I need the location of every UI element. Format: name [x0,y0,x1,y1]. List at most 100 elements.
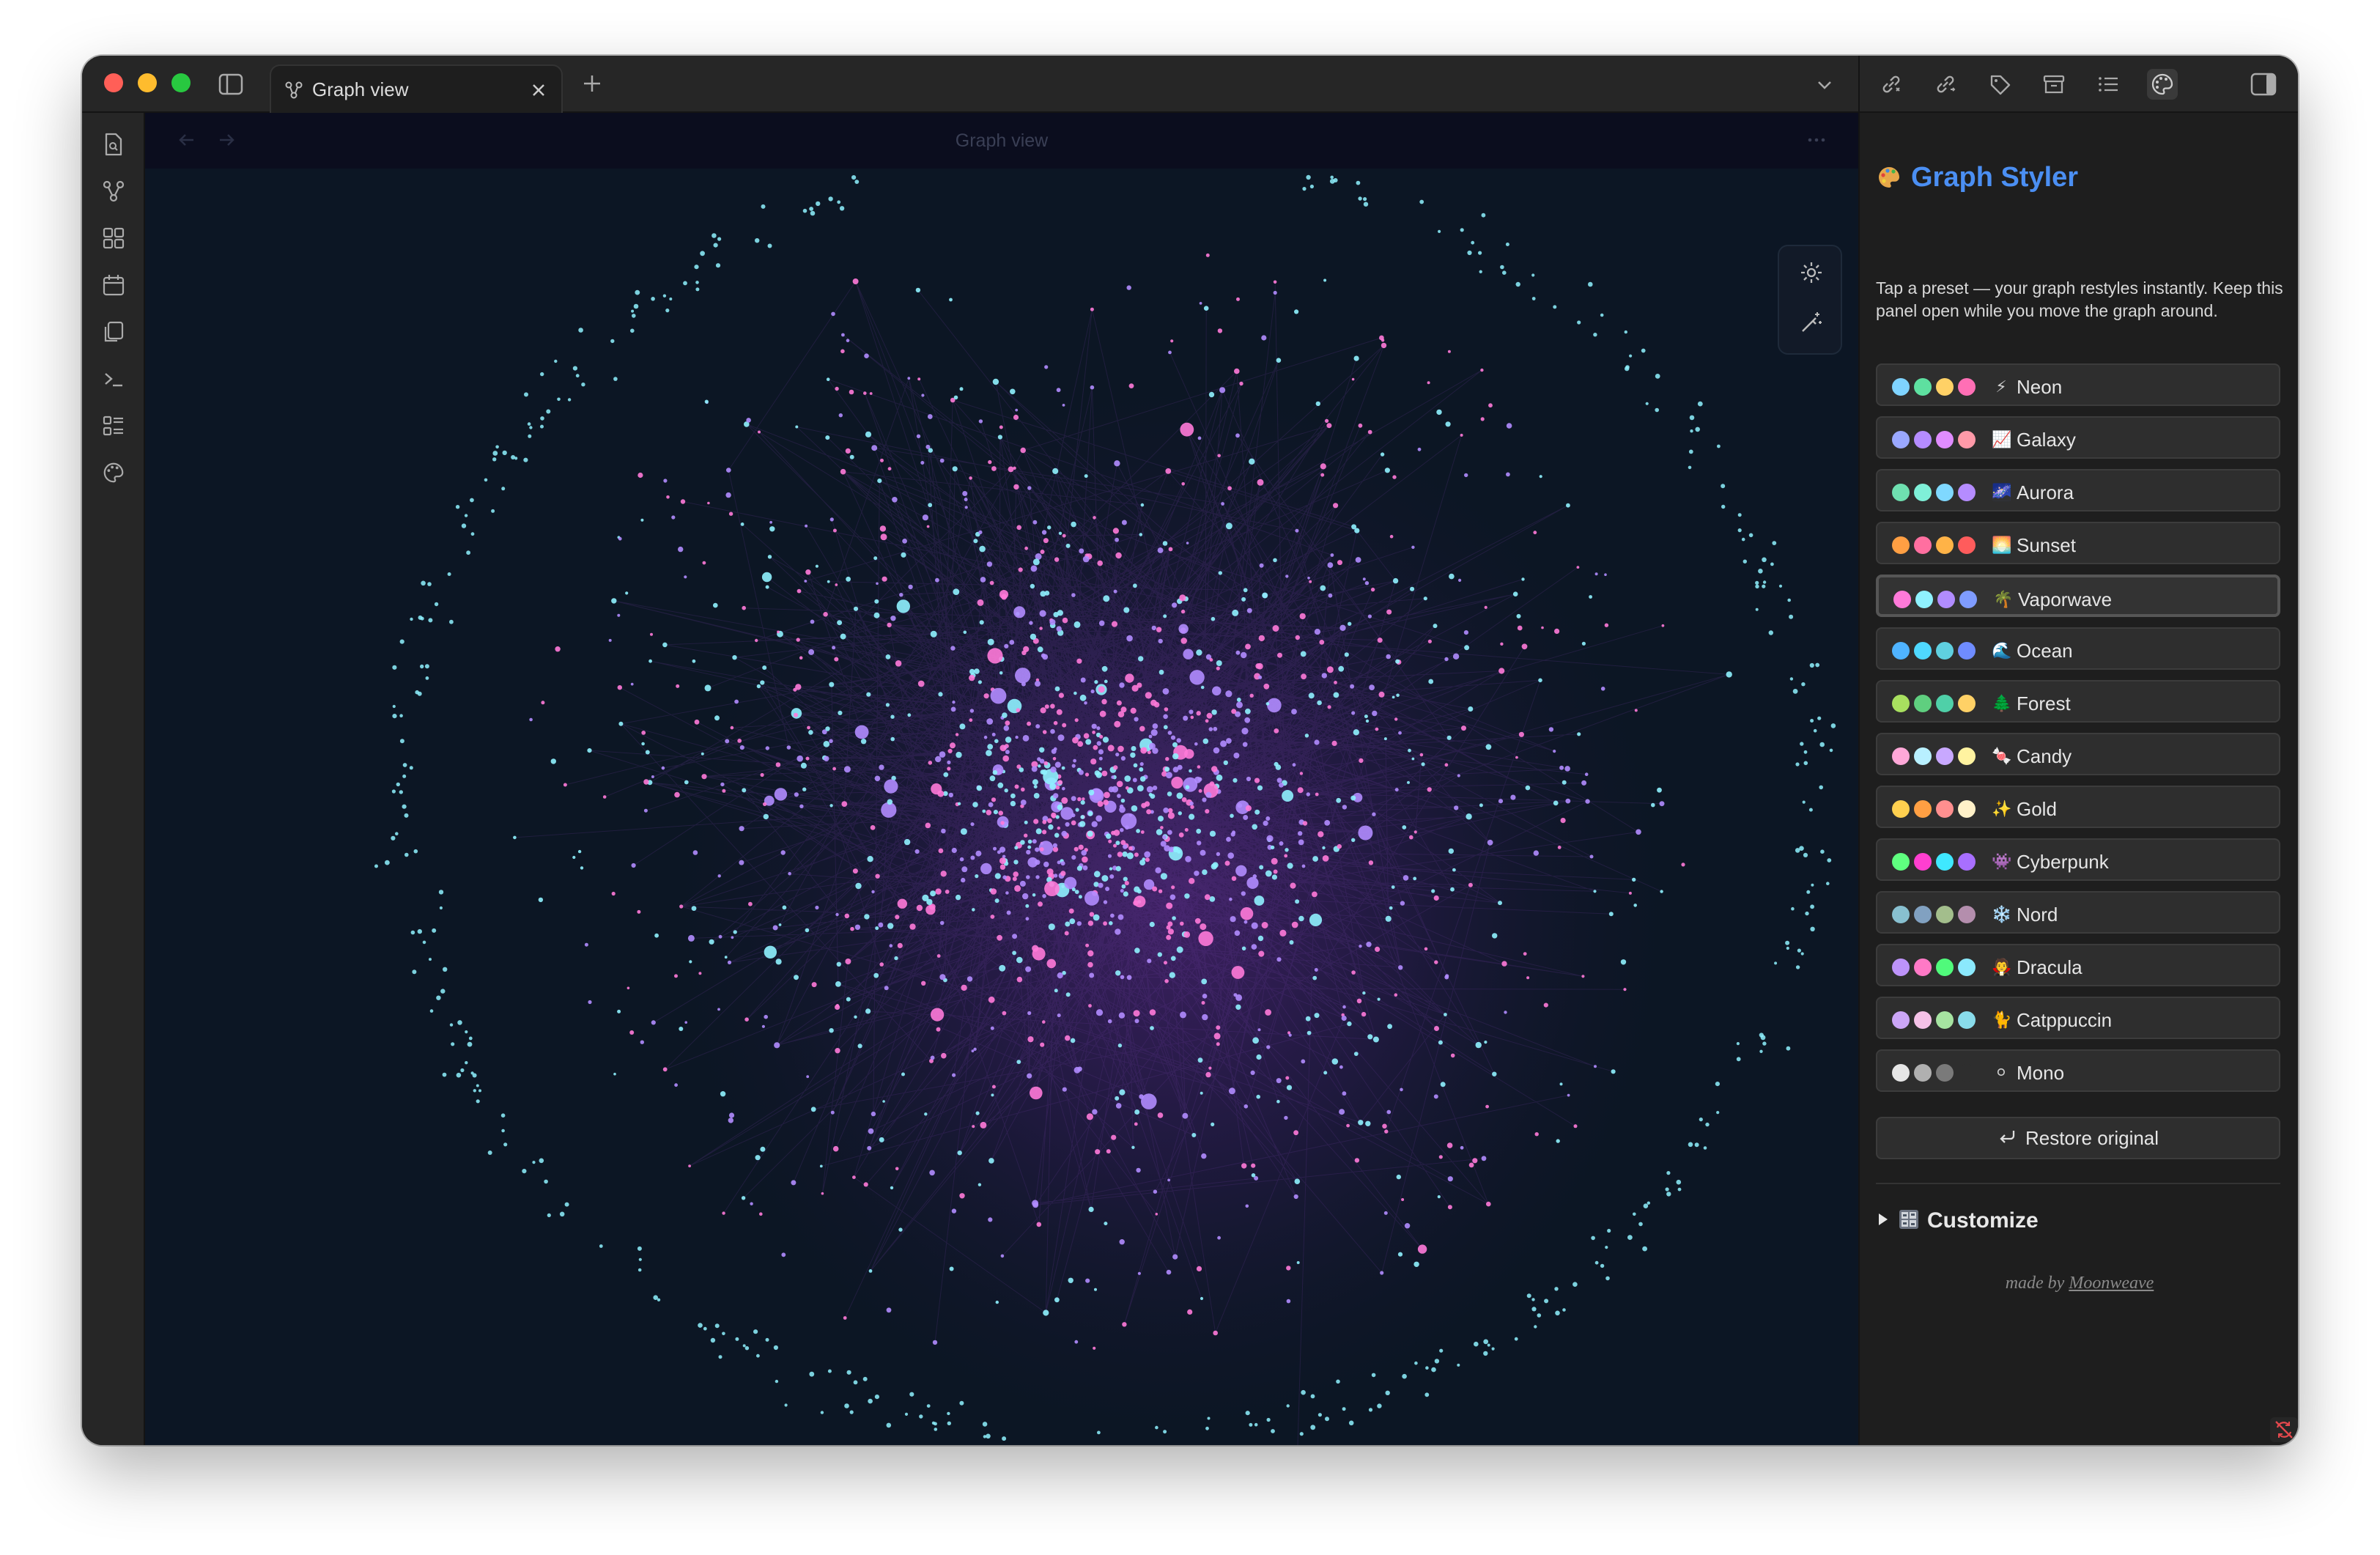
graph-node[interactable] [1329,179,1335,184]
graph-node[interactable] [1677,1187,1682,1192]
graph-node[interactable] [1158,669,1164,675]
graph-node[interactable] [769,526,775,532]
graph-node[interactable] [1342,1091,1347,1096]
graph-node[interactable] [975,1111,980,1115]
graph-node[interactable] [836,961,841,967]
graph-node[interactable] [1235,650,1241,655]
graph-node[interactable] [896,599,911,613]
graph-node[interactable] [1004,643,1009,649]
graph-node[interactable] [864,914,870,920]
graph-node[interactable] [895,1167,899,1171]
preset-aurora[interactable]: 🌌 Aurora [1876,469,2280,511]
graph-node[interactable] [1117,794,1121,798]
graph-node[interactable] [547,1213,551,1217]
graph-node[interactable] [1364,714,1368,719]
graph-node[interactable] [1013,414,1019,421]
graph-node[interactable] [478,1089,481,1093]
graph-node[interactable] [904,1412,909,1416]
graph-node[interactable] [852,1175,856,1179]
graph-node[interactable] [1123,607,1130,613]
graph-view-icon[interactable] [98,176,129,207]
graph-node[interactable] [1387,1024,1392,1030]
graph-node[interactable] [1176,946,1183,953]
graph-node[interactable] [1221,502,1224,506]
graph-node[interactable] [1140,503,1145,507]
graph-node[interactable] [1448,848,1455,854]
graph-node[interactable] [1191,1133,1197,1137]
graph-node[interactable] [449,619,454,624]
graph-node[interactable] [1018,567,1023,572]
graph-node[interactable] [1323,278,1327,282]
graph-node[interactable] [1324,820,1331,826]
graph-node[interactable] [1021,650,1027,655]
graph-node[interactable] [1101,875,1109,882]
graph-node[interactable] [1172,916,1176,920]
graph-node[interactable] [1133,763,1138,768]
graph-node[interactable] [1119,806,1126,813]
graph-node[interactable] [1741,537,1745,542]
graph-node[interactable] [1005,750,1010,755]
graph-node[interactable] [1560,818,1566,824]
graph-node[interactable] [1447,1205,1452,1210]
graph-node[interactable] [978,530,983,534]
graph-node[interactable] [421,580,426,586]
graph-node[interactable] [725,492,731,498]
graph-node[interactable] [1094,1288,1097,1291]
graph-node[interactable] [1167,928,1174,935]
graph-node[interactable] [456,1072,462,1078]
graph-node[interactable] [955,894,961,901]
graph-node[interactable] [1359,758,1364,764]
graph-node[interactable] [1364,581,1370,586]
graph-node[interactable] [1413,876,1417,881]
restore-original-button[interactable]: Restore original [1876,1117,2280,1159]
graph-node[interactable] [1759,1049,1763,1054]
graph-node[interactable] [1444,975,1449,980]
graph-node[interactable] [1179,594,1186,602]
graph-node[interactable] [1171,885,1175,890]
graph-node[interactable] [1183,715,1189,721]
graph-node[interactable] [1265,1009,1271,1016]
graph-node[interactable] [1216,852,1221,857]
graph-node[interactable] [460,1068,465,1073]
graph-node[interactable] [1224,860,1230,866]
graph-node[interactable] [1246,607,1252,613]
graph-node[interactable] [695,281,699,284]
graph-node[interactable] [927,414,933,419]
graph-node[interactable] [492,457,497,462]
graph-node[interactable] [424,664,429,669]
graph-node[interactable] [1326,423,1332,429]
graph-node[interactable] [978,1183,982,1186]
graph-node[interactable] [915,287,921,293]
graph-node[interactable] [1079,694,1087,701]
graph-node[interactable] [1071,820,1076,826]
graph-node[interactable] [410,930,415,935]
graph-node[interactable] [409,766,413,770]
graph-node[interactable] [823,741,830,747]
graph-node[interactable] [1125,786,1129,790]
graph-node[interactable] [986,810,992,816]
graph-node[interactable] [1202,869,1208,875]
graph-node[interactable] [1363,202,1369,207]
graph-node[interactable] [800,762,807,769]
graph-node[interactable] [894,956,898,961]
graph-node[interactable] [637,909,641,914]
graph-node[interactable] [1273,290,1277,295]
graph-node[interactable] [1109,921,1113,926]
graph-node[interactable] [986,718,994,725]
graph-node[interactable] [638,1257,642,1261]
graph-node[interactable] [674,791,680,798]
graph-node[interactable] [975,850,982,857]
graph-node[interactable] [1020,799,1027,805]
graph-node[interactable] [1401,1198,1405,1201]
made-by-link[interactable]: Moonweave [2069,1274,2154,1293]
graph-node[interactable] [759,1212,763,1216]
graph-node[interactable] [1660,890,1663,893]
graph-node[interactable] [1073,691,1077,695]
calendar-icon[interactable] [98,270,129,300]
graph-node[interactable] [1325,418,1329,423]
graph-node[interactable] [467,1041,473,1047]
graph-node[interactable] [756,1353,760,1358]
graph-node[interactable] [541,701,545,705]
graph-node[interactable] [947,1421,952,1426]
graph-node[interactable] [1474,1341,1479,1347]
